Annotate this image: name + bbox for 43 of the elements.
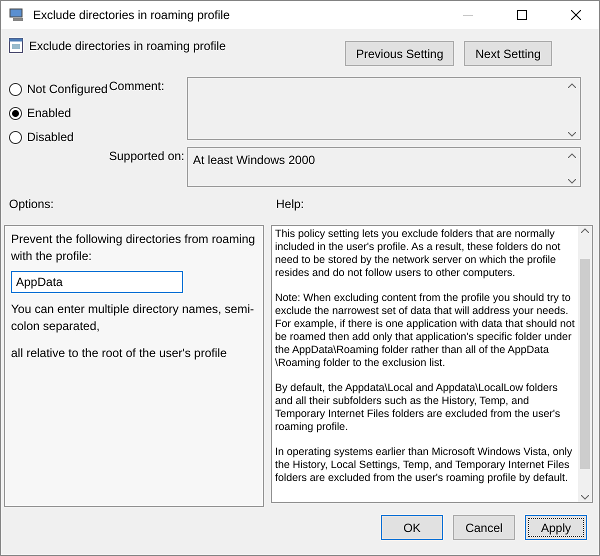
radio-label: Not Configured [27, 82, 108, 96]
radio-button[interactable] [9, 130, 22, 144]
scroll-down-icon[interactable] [581, 495, 589, 500]
setting-nav-button[interactable]: Next Setting [464, 41, 552, 66]
radio-label: Enabled [27, 106, 72, 120]
minimize-icon [463, 14, 473, 16]
scroll-down-icon[interactable] [568, 132, 576, 137]
scrollbar-thumb[interactable] [580, 259, 590, 469]
comment-field[interactable] [187, 77, 581, 140]
dialog-button[interactable]: OK [381, 515, 443, 540]
comment-label: Comment: [109, 78, 166, 95]
options-note: You can enter multiple directory names, semi-colon separated, [11, 301, 255, 335]
scroll-up-icon[interactable] [581, 228, 589, 233]
supported-on-value: At least Windows 2000 [193, 153, 316, 169]
radio-button[interactable] [9, 106, 22, 120]
radio-label: Disabled [27, 130, 74, 144]
help-paragraph: This policy setting lets you exclude folders that are normally included in the user's profile. As a result, these folders do not need to be stored by the network server on which the profile resides and do not follow users to other computers. [275, 228, 562, 280]
window-title: Exclude directories in roaming profile [33, 8, 231, 22]
supported-on-label: Supported on: [109, 148, 186, 165]
options-note: all relative to the root of the user's profile [11, 345, 228, 362]
scroll-down-icon[interactable] [568, 179, 576, 184]
setting-nav-button[interactable]: Previous Setting [345, 41, 454, 66]
radio-option[interactable]: Enabled [9, 105, 109, 121]
scroll-up-icon[interactable] [568, 153, 576, 158]
scrollbar[interactable] [578, 226, 592, 502]
radio-option[interactable]: Disabled [9, 129, 109, 145]
help-paragraph: Note: When excluding content from the profile you should try to exclude the narrowest set of data that will address your needs. For example, if there is one application with data that should not be roamed then add only that application's specific folder under the AppData\Roaming folder rather than all of the AppData \Roaming folder to the exclusion list. [275, 292, 575, 370]
help-label: Help: [276, 197, 304, 213]
radio-button[interactable] [9, 82, 22, 96]
policy-icon [9, 37, 23, 53]
dialog-button[interactable]: Apply [525, 515, 587, 540]
help-paragraph: By default, the Appdata\Local and Appdata\LocalLow folders and all their subfolders such as the History, Temp, and Temporary Internet Files folders are excluded from the user's roaming profile. [275, 382, 562, 434]
dialog-button[interactable]: Cancel [453, 515, 515, 540]
computer-icon [9, 8, 25, 22]
setting-title: Exclude directories in roaming profile [29, 39, 227, 53]
radio-option[interactable]: Not Configured [9, 81, 109, 97]
directories-input[interactable]: AppData [11, 271, 183, 293]
maximize-icon [517, 10, 527, 20]
scroll-up-icon[interactable] [568, 83, 576, 88]
options-prompt: Prevent the following directories from roaming with the profile: [11, 231, 256, 265]
help-paragraph: In operating systems earlier than Microsoft Windows Vista, only the History, Local Settings, Temp, and Temporary Internet Files folders are excluded from the user's roaming profile by default. [275, 446, 574, 485]
close-icon [571, 10, 581, 20]
options-label: Options: [9, 197, 55, 213]
